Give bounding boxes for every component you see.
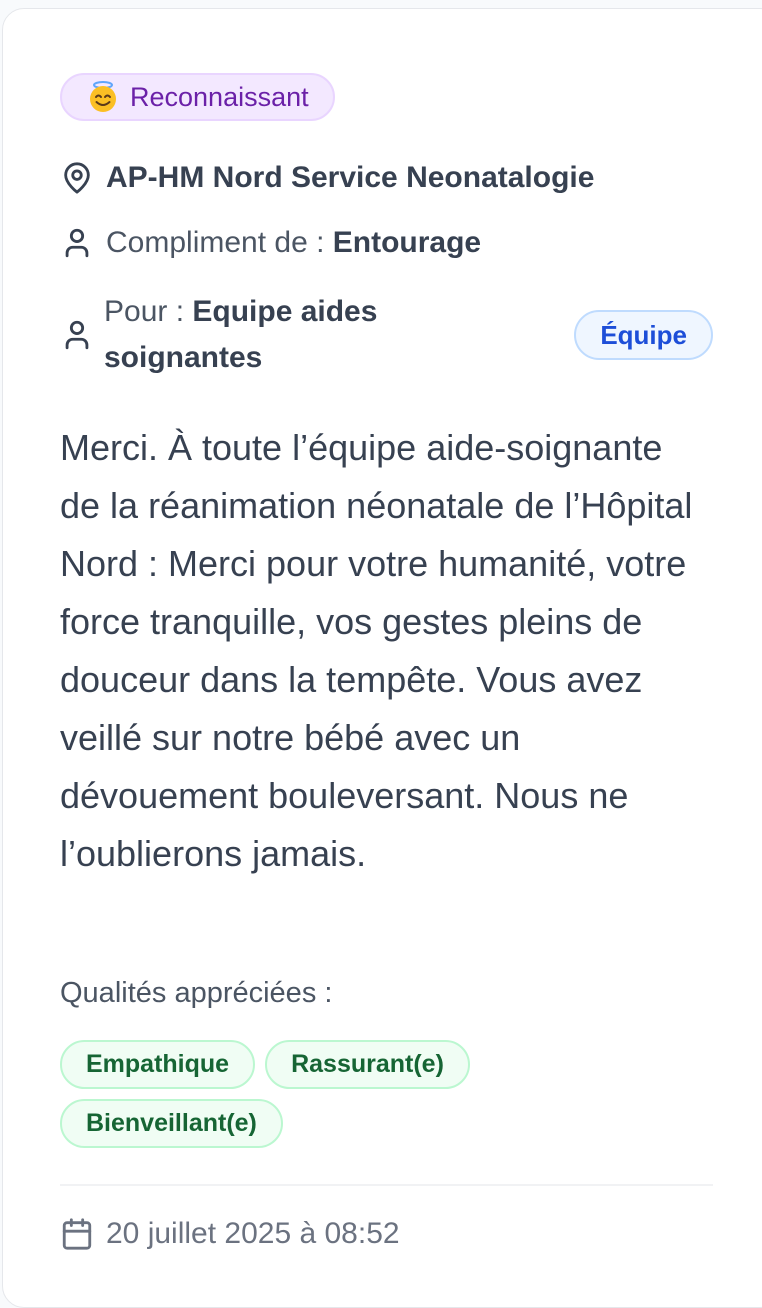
from-prefix: Compliment de : [106, 226, 333, 259]
quality-tag: Rassurant(e) [265, 1040, 470, 1089]
user-icon [65, 320, 89, 350]
compliment-card: Reconnaissant AP-HM Nord Service Neonata… [2, 8, 762, 1308]
team-badge: Équipe [574, 310, 713, 360]
smiling-face-with-halo-icon [86, 80, 120, 114]
calendar-icon [62, 1218, 92, 1250]
recipient-row: Pour : Equipe aides soignantes Équipe [60, 289, 713, 381]
location-row: AP-HM Nord Service Neonatalogie [60, 161, 594, 195]
user-icon [65, 228, 89, 258]
compliment-message: Merci. À toute l’équipe aide-soignante d… [60, 427, 693, 874]
date-value: 20 juillet 2025 à 08:52 [106, 1217, 400, 1250]
recipient-prefix: Pour : [104, 295, 193, 328]
quality-tag: Bienveillant(e) [60, 1099, 283, 1148]
mood-label: Reconnaissant [130, 81, 309, 112]
from-row: Compliment de : Entourage [60, 226, 481, 260]
map-pin-icon [64, 162, 90, 194]
quality-tag: Empathique [60, 1040, 256, 1089]
from-value: Entourage [332, 226, 482, 259]
mood-badge: Reconnaissant [60, 73, 335, 121]
divider [60, 1184, 713, 1186]
qualities-label: Qualités appréciées : [60, 977, 333, 1009]
qualities-tags: Empathique Rassurant(e) Bienveillant(e) [60, 1040, 580, 1148]
location-name: AP-HM Nord Service Neonatalogie [106, 161, 595, 194]
date-row: 20 juillet 2025 à 08:52 [60, 1217, 400, 1251]
